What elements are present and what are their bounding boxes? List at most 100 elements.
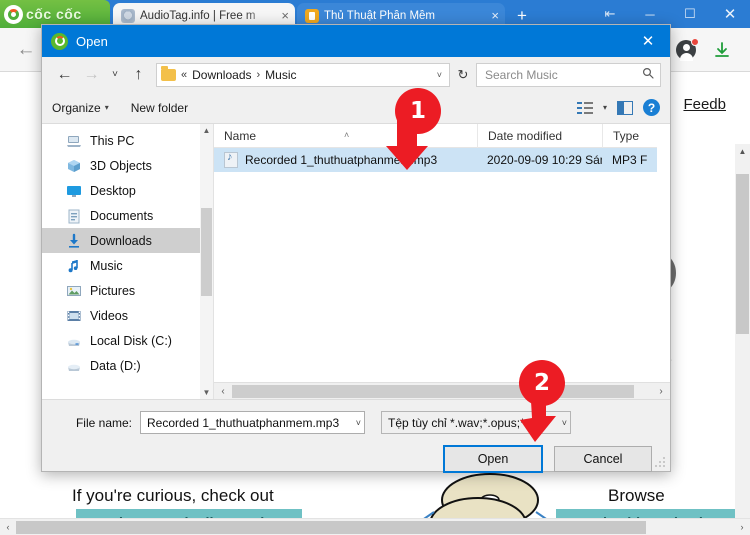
dialog-footer: File name: Recorded 1_thuthuatphanmem.mp…: [42, 400, 670, 473]
page-horizontal-scrollbar[interactable]: ‹ ›: [0, 518, 750, 535]
organize-button[interactable]: Organize ▾: [52, 101, 109, 115]
dialog-title-bar: Open ✕: [42, 25, 670, 57]
address-breadcrumb-bar[interactable]: « Downloads › Music ˅: [156, 62, 450, 87]
browser-back-icon[interactable]: ←: [14, 38, 38, 62]
desktop-icon: [66, 183, 82, 199]
scroll-up-arrow[interactable]: ▲: [735, 144, 750, 160]
file-name-value: Recorded 1_thuthuatphanmem.mp3: [147, 415, 340, 430]
sidebar-item-videos[interactable]: Videos: [42, 303, 213, 328]
back-icon[interactable]: ←: [51, 61, 78, 88]
browser-tab-title: AudioTag.info | Free m: [140, 9, 256, 22]
breadcrumb-downloads[interactable]: Downloads: [192, 68, 251, 82]
maximize-button[interactable]: ☐: [670, 0, 710, 28]
mp3-file-icon: [224, 152, 238, 168]
downloads-icon: [66, 233, 82, 249]
sidebar-item-music[interactable]: Music: [42, 253, 213, 278]
music-icon: [66, 258, 82, 274]
vertical-scroll-thumb[interactable]: [736, 174, 749, 334]
sidebar-item-local-disk-c[interactable]: Local Disk (C:): [42, 328, 213, 353]
file-list-horizontal-scrollbar[interactable]: ‹ ›: [214, 382, 670, 399]
sort-ascending-icon: ˄: [344, 129, 350, 140]
annotation-marker-1: 1: [386, 88, 441, 170]
up-one-level-icon[interactable]: ↑: [125, 61, 152, 88]
sidebar-item-label: Downloads: [90, 233, 152, 248]
sidebar-item-label: 3D Objects: [90, 158, 152, 173]
sidebar-item-data-d[interactable]: Data (D:): [42, 353, 213, 378]
scroll-right-arrow[interactable]: ›: [734, 519, 750, 535]
sidebar-item-pictures[interactable]: Pictures: [42, 278, 213, 303]
search-input[interactable]: [483, 66, 642, 83]
file-list-scroll-thumb[interactable]: [232, 385, 634, 398]
dialog-body: This PC 3D Objects Desktop Documents Dow…: [42, 123, 670, 400]
horizontal-scroll-thumb[interactable]: [16, 521, 646, 534]
chevron-down-icon[interactable]: ˅: [437, 70, 445, 80]
search-box[interactable]: [476, 62, 661, 87]
sidebar-item-desktop[interactable]: Desktop: [42, 178, 213, 203]
sidebar-item-label: Music: [90, 258, 123, 273]
feedback-link[interactable]: Feedb: [683, 96, 726, 113]
sidebar-item-documents[interactable]: Documents: [42, 203, 213, 228]
file-list-scroll-left-arrow[interactable]: ‹: [214, 383, 232, 400]
download-icon[interactable]: [712, 40, 732, 60]
coccoc-mark-icon: [4, 4, 23, 24]
file-list-pane: Name ˄ Date modified Type Recorded 1_thu…: [214, 123, 670, 399]
dialog-close-button[interactable]: ✕: [626, 25, 670, 57]
open-file-dialog: Open ✕ ← → ˅ ↑ « Downloads › Music ˅ ↻ S…: [41, 24, 671, 473]
sidebar-scroll-down-arrow[interactable]: ▼: [200, 386, 213, 399]
sidebar-scroll-up-arrow[interactable]: ▲: [200, 124, 213, 138]
breadcrumb-overflow[interactable]: «: [181, 69, 187, 81]
file-list-scroll-right-arrow[interactable]: ›: [652, 383, 670, 400]
close-window-button[interactable]: ✕: [710, 0, 750, 28]
table-row[interactable]: Recorded 1_thuthuatphanmem.mp3 2020-09-0…: [214, 148, 670, 172]
sidebar-item-3d-objects[interactable]: 3D Objects: [42, 153, 213, 178]
annotation-marker-2: 2: [519, 360, 565, 442]
column-header-date-modified[interactable]: Date modified: [477, 123, 602, 148]
thuthuatphanmem-favicon: [305, 8, 319, 23]
file-list-vertical-scrollbar[interactable]: [657, 124, 670, 362]
chevron-down-icon: ▾: [104, 103, 109, 112]
new-tab-button[interactable]: +: [512, 6, 532, 26]
dialog-title: Open: [76, 33, 108, 49]
search-icon: [642, 67, 654, 82]
sidebar-item-label: Desktop: [90, 183, 136, 198]
preview-pane-icon[interactable]: [617, 100, 633, 115]
file-name-input[interactable]: Recorded 1_thuthuatphanmem.mp3 ˅: [140, 411, 365, 434]
new-folder-button[interactable]: New folder: [131, 101, 188, 115]
chevron-down-icon[interactable]: ˅: [352, 418, 361, 428]
folder-icon: [161, 65, 176, 81]
sidebar-item-downloads[interactable]: Downloads: [42, 228, 213, 253]
cancel-button[interactable]: Cancel: [554, 446, 652, 472]
change-view-icon[interactable]: [576, 101, 593, 115]
dialog-toolbar-right: ▾ ?: [576, 99, 660, 116]
page-vertical-scrollbar[interactable]: ▲ ▼: [735, 144, 750, 535]
sidebar-item-label: Documents: [90, 208, 154, 223]
local-disk-icon: [66, 333, 82, 349]
marker-badge: 2: [519, 360, 565, 406]
profile-notification-dot: [691, 38, 699, 46]
refresh-icon[interactable]: ↻: [450, 67, 476, 83]
sidebar-item-label: This PC: [90, 133, 135, 148]
this-pc-icon: [66, 133, 82, 149]
documents-icon: [66, 208, 82, 224]
audiotag-favicon: [121, 8, 135, 23]
recent-locations-icon[interactable]: ˅: [105, 61, 125, 88]
sidebar-scrollbar[interactable]: ▲ ▼: [200, 124, 213, 399]
sidebar-item-label: Local Disk (C:): [90, 333, 172, 348]
3d-objects-icon: [66, 158, 82, 174]
sidebar-item-this-pc[interactable]: This PC: [42, 128, 213, 153]
scroll-left-arrow[interactable]: ‹: [0, 519, 16, 535]
close-icon[interactable]: ×: [489, 9, 501, 22]
videos-icon: [66, 308, 82, 324]
help-icon[interactable]: ?: [643, 99, 660, 116]
resize-grip[interactable]: [654, 456, 666, 468]
marker-badge: 1: [395, 88, 441, 134]
sidebar-scroll-thumb[interactable]: [201, 208, 212, 296]
file-type-cell: MP3 F: [612, 153, 648, 167]
view-chevron-down-icon[interactable]: ▾: [603, 103, 607, 112]
close-icon[interactable]: ×: [279, 9, 291, 22]
file-list-header: Name ˄ Date modified Type: [214, 123, 670, 148]
column-header-type[interactable]: Type: [602, 123, 662, 148]
forward-icon[interactable]: →: [78, 61, 105, 88]
browser-tab-title: Thủ Thuật Phần Mềm: [324, 9, 436, 22]
breadcrumb-music[interactable]: Music: [265, 68, 296, 82]
